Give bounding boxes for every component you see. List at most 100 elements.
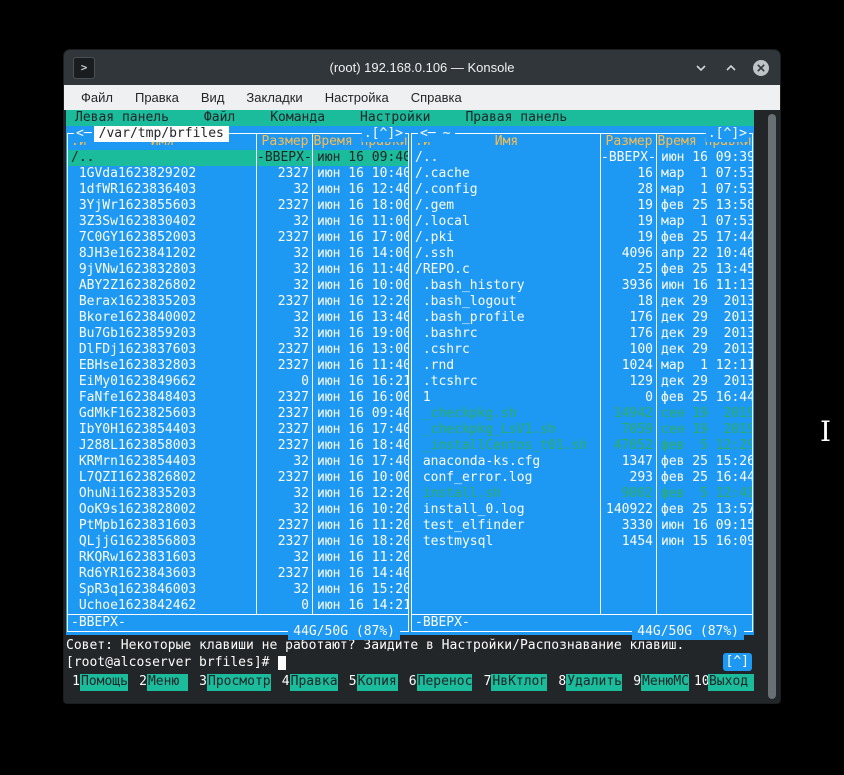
file-row[interactable]: FaNfe16238484032327июн 16 16:00 — [68, 390, 408, 406]
file-row[interactable]: anaconda-ks.cfg1347фев 25 15:26 — [412, 454, 752, 470]
file-row[interactable]: IbY0H16238544032327июн 16 17:40 — [68, 422, 408, 438]
fkey-3-button[interactable]: 3Просмотр — [193, 674, 276, 691]
file-row[interactable]: Rd6YR16238436032327июн 16 14:40 — [68, 566, 408, 582]
file-row[interactable]: /.cache16мар 1 07:53 — [412, 166, 752, 182]
mc-menu-item-Команда[interactable]: Команда — [270, 110, 325, 126]
file-size: 2327 — [257, 438, 313, 454]
fkey-8-button[interactable]: 8Удалить — [552, 674, 627, 691]
file-row[interactable]: KRMrn162385440332июн 16 17:40 — [68, 454, 408, 470]
menu-item-Настройка[interactable]: Настройка — [314, 90, 400, 105]
fkey-2-button[interactable]: 2Меню — [133, 674, 193, 691]
file-row[interactable]: 3Z3Sw162383040232июн 16 11:00 — [68, 214, 408, 230]
file-row[interactable]: .bash_logout18дек 29 2013 — [412, 294, 752, 310]
file-size: 32 — [257, 262, 313, 278]
file-row[interactable]: EiMy016238496620июн 16 16:21 — [68, 374, 408, 390]
file-row[interactable]: 10фев 25 16:44 — [412, 390, 752, 406]
fkey-10-button[interactable]: 10Выход — [694, 674, 754, 691]
file-name: 3Z3Sw1623830402 — [68, 214, 257, 230]
file-row[interactable]: .cshrc100дек 29 2013 — [412, 342, 752, 358]
file-size: 0 — [257, 374, 313, 390]
menu-item-Правка[interactable]: Правка — [124, 90, 190, 105]
close-button[interactable] — [752, 59, 770, 77]
minimize-button[interactable] — [692, 59, 710, 77]
terminal-area[interactable]: Левая панель Файл Команда Настройки Правая п… — [64, 110, 780, 703]
file-row[interactable]: PtMpb16238316032327июн 16 11:20 — [68, 518, 408, 534]
file-row[interactable]: Bkore162384000232июн 16 13:40 — [68, 310, 408, 326]
history-back-icon[interactable]: <─ — [74, 126, 94, 142]
file-row[interactable]: /.pki19фев 25 17:44 — [412, 230, 752, 246]
file-row[interactable]: 7C0GY16238520032327июн 16 17:00 — [68, 230, 408, 246]
fkey-7-button[interactable]: 7НвКтлог — [477, 674, 552, 691]
column-header-size[interactable]: Размер — [257, 134, 313, 150]
file-row[interactable]: /.ssh4096апр 22 10:46 — [412, 246, 752, 262]
file-row[interactable]: .tcshrc129дек 29 2013 — [412, 374, 752, 390]
file-row[interactable]: testmysql1454июн 15 16:09 — [412, 534, 752, 550]
shell-prompt-line[interactable]: [root@alcoserver brfiles]# [^] — [66, 655, 754, 671]
file-row[interactable]: /.gem19фев 25 13:58 — [412, 198, 752, 214]
file-row[interactable]: J288L16238580032327июн 16 18:40 — [68, 438, 408, 454]
column-header-size[interactable]: Размер — [601, 134, 657, 150]
file-row[interactable]: OoK9s162382800232июн 16 10:20 — [68, 502, 408, 518]
maximize-button[interactable] — [722, 59, 740, 77]
file-row[interactable]: L7QZI16238268022327июн 16 10:00 — [68, 470, 408, 486]
right-panel-path[interactable]: ~ — [438, 126, 456, 142]
scroll-indicator-badge[interactable]: [^] — [723, 653, 752, 671]
menu-item-Вид[interactable]: Вид — [190, 90, 236, 105]
file-row[interactable]: 3YjWr16238556032327июн 16 18:00 — [68, 198, 408, 214]
file-row[interactable]: GdMkF16238256032327июн 16 09:40 — [68, 406, 408, 422]
file-row[interactable]: OhuNi162383520332июн 16 12:20 — [68, 486, 408, 502]
file-row[interactable]: 1dfWR162383640332июн 16 12:40 — [68, 182, 408, 198]
file-row[interactable]: 8JH3e162384120232июн 16 14:00 — [68, 246, 408, 262]
file-row[interactable]: install.sh9002фев 5 12:41 — [412, 486, 752, 502]
file-row[interactable]: Berax16238352032327июн 16 12:20 — [68, 294, 408, 310]
fkey-4-button[interactable]: 4Правка — [276, 674, 343, 691]
file-time: июн 16 11:40 — [313, 262, 408, 278]
file-row[interactable]: .rnd1024мар 1 12:11 — [412, 358, 752, 374]
panel-maximize-icon[interactable]: .[^]> — [362, 126, 405, 142]
file-row[interactable]: .bashrc176дек 29 2013 — [412, 326, 752, 342]
file-row[interactable]: EBHse16238328032327июн 16 11:40 — [68, 358, 408, 374]
fkey-9-button[interactable]: 9МенюМС — [627, 674, 694, 691]
menu-item-Закладки[interactable]: Закладки — [235, 90, 313, 105]
file-row[interactable]: /..-ВВЕРХ-июн 16 09:39 — [412, 150, 752, 166]
file-row[interactable]: _checkpkg.sh14942сен 19 2019 — [412, 406, 752, 422]
file-row[interactable]: ABY2Z162382680232июн 16 10:00 — [68, 278, 408, 294]
menu-item-Файл[interactable]: Файл — [70, 90, 124, 105]
file-row[interactable]: test_elfinder3330июн 16 09:15 — [412, 518, 752, 534]
file-row[interactable]: /..-ВВЕРХ-июн 16 09:40 — [68, 150, 408, 166]
file-row[interactable]: QLjjG16238568032327июн 16 18:20 — [68, 534, 408, 550]
file-row[interactable]: _checkpkg_LsV1.sh7059сен 19 2019 — [412, 422, 752, 438]
file-row[interactable]: 9jVNw162383280332июн 16 11:40 — [68, 262, 408, 278]
fkey-5-button[interactable]: 5Копия — [343, 674, 403, 691]
file-name: /.cache — [412, 166, 601, 182]
history-back-icon[interactable]: <─ — [418, 126, 438, 142]
scrollbar-handle[interactable] — [768, 114, 776, 699]
menu-item-Справка[interactable]: Справка — [400, 90, 473, 105]
file-size: 2327 — [257, 566, 313, 582]
mc-menu-item-Файл[interactable]: Файл — [204, 110, 235, 126]
file-row[interactable]: install_0.log140922фев 25 13:57 — [412, 502, 752, 518]
file-row[interactable]: RKQRw162383160332июн 16 11:20 — [68, 550, 408, 566]
file-row[interactable]: Uchoe16238424620июн 16 14:21 — [68, 598, 408, 614]
file-row[interactable]: SpR3q162384600332июн 16 15:20 — [68, 582, 408, 598]
file-row[interactable]: .bash_history3936июн 16 11:13 — [412, 278, 752, 294]
file-row[interactable]: 1GVda16238292022327июн 16 10:40 — [68, 166, 408, 182]
file-row[interactable]: /.config28мар 1 07:53 — [412, 182, 752, 198]
terminal-scrollbar[interactable] — [767, 112, 777, 701]
fkey-6-button[interactable]: 6Перенос — [403, 674, 478, 691]
file-row[interactable]: /.local19мар 1 07:53 — [412, 214, 752, 230]
mc-menu-item-Левая панель[interactable]: Левая панель — [75, 110, 169, 126]
left-panel-path[interactable]: /var/tmp/brfiles — [94, 126, 229, 142]
file-row[interactable]: /REPO.c25фев 25 13:45 — [412, 262, 752, 278]
titlebar[interactable]: > (root) 192.168.0.106 — Konsole — [64, 50, 780, 85]
mc-menu-item-Правая панель[interactable]: Правая панель — [465, 110, 567, 126]
file-size: 2327 — [257, 470, 313, 486]
panel-maximize-icon[interactable]: .[^]> — [706, 126, 749, 142]
file-row[interactable]: conf_error.log293фев 25 16:44 — [412, 470, 752, 486]
file-row[interactable]: _installCentos_t01.sh47052фев 5 12:29 — [412, 438, 752, 454]
file-row[interactable]: .bash_profile176дек 29 2013 — [412, 310, 752, 326]
file-row[interactable]: DlFDj16238376032327июн 16 13:00 — [68, 342, 408, 358]
mc-menu-item-Настройки[interactable]: Настройки — [360, 110, 430, 126]
fkey-1-button[interactable]: 1Помощь — [66, 674, 133, 691]
file-row[interactable]: Bu7Gb162385920332июн 16 19:00 — [68, 326, 408, 342]
